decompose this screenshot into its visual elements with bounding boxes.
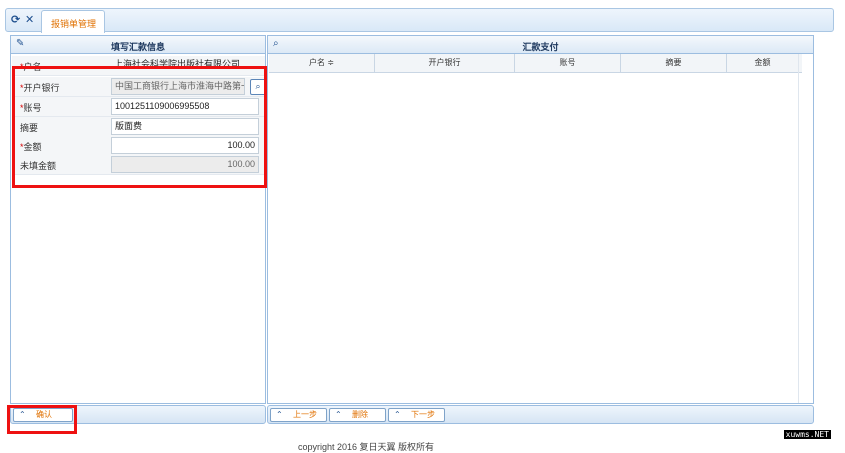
column-header-amount[interactable]: 金额 xyxy=(727,54,799,72)
next-step-button[interactable]: ⌃ 下一步 xyxy=(388,408,445,422)
highlight-box-form xyxy=(12,66,267,188)
panel-header: ✎ 填写汇款信息 xyxy=(11,36,265,54)
chevron-up-icon: ⌃ xyxy=(335,410,342,419)
column-header-account-number[interactable]: 账号 xyxy=(515,54,621,72)
tab-strip: ⟳ ✕ 报销单管理 xyxy=(5,8,834,33)
column-header-bank[interactable]: 开户银行 xyxy=(375,54,515,72)
highlight-box-confirm xyxy=(7,405,77,434)
prev-step-button[interactable]: ⌃ 上一步 xyxy=(270,408,327,422)
chevron-up-icon: ⌃ xyxy=(394,410,401,419)
chevron-up-icon: ⌃ xyxy=(276,410,283,419)
delete-button[interactable]: ⌃ 删除 xyxy=(329,408,386,422)
column-header-account-name[interactable]: 户名 ≑ xyxy=(269,54,375,72)
grid-scrollbar[interactable] xyxy=(798,54,814,403)
column-header-summary[interactable]: 摘要 xyxy=(621,54,727,72)
panel-header: ⌕ 汇款支付 xyxy=(268,36,813,54)
panel-title: 填写汇款信息 xyxy=(110,42,165,52)
remittance-payment-panel: ⌕ 汇款支付 户名 ≑ 开户银行 账号 摘要 金额 xyxy=(267,35,814,404)
close-icon[interactable]: ✕ xyxy=(25,13,34,26)
tab-expense-management[interactable]: 报销单管理 xyxy=(41,10,105,33)
watermark: xuwms.NET xyxy=(783,430,831,439)
right-footer-bar: ⌃ 上一步 ⌃ 删除 ⌃ 下一步 xyxy=(267,405,814,424)
tab-label: 报销单管理 xyxy=(51,19,97,29)
grid-header: 户名 ≑ 开户银行 账号 摘要 金额 xyxy=(269,54,802,73)
panel-title: 汇款支付 xyxy=(522,42,559,52)
refresh-icon[interactable]: ⟳ xyxy=(11,13,20,26)
